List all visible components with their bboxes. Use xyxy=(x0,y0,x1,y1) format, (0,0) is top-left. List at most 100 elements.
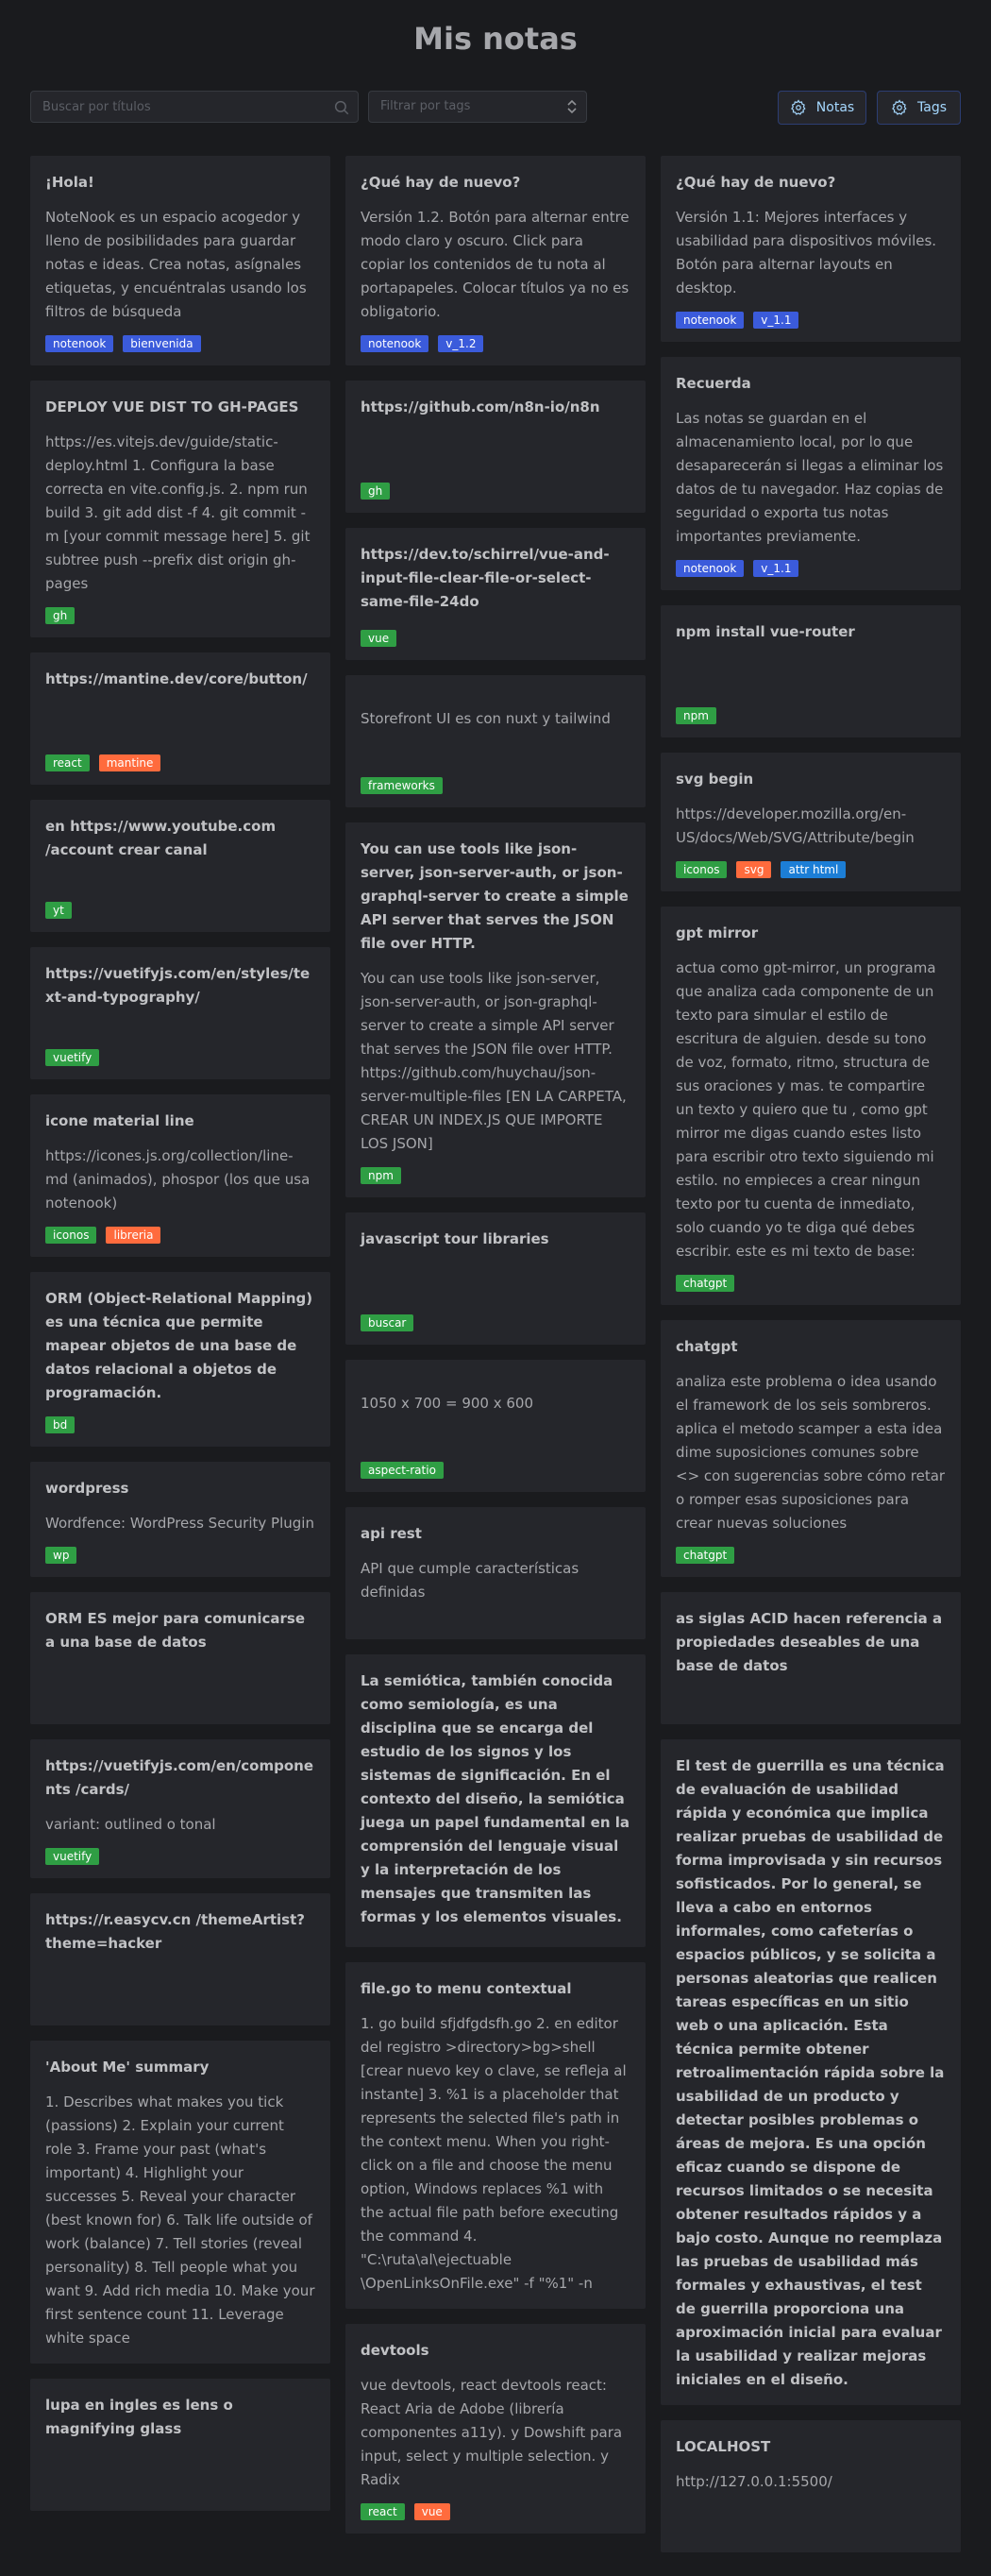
note-tags: chatgpt xyxy=(676,1275,946,1292)
note-title: https://github.com/n8n-io/n8n xyxy=(361,398,600,415)
tag-badge[interactable]: buscar xyxy=(361,1314,414,1331)
tag-badge[interactable]: yt xyxy=(45,902,72,919)
tag-badge[interactable]: v_1.1 xyxy=(753,312,799,329)
note-tags: notenook v_1.1 xyxy=(676,560,946,577)
note-card[interactable]: https://github.com/n8n-io/n8n gh xyxy=(345,381,646,513)
tag-badge[interactable]: iconos xyxy=(676,861,728,878)
note-card[interactable]: ORM (Object-Relational Mapping) es una t… xyxy=(30,1272,330,1447)
note-card[interactable]: wordpress Wordfence: WordPress Security P… xyxy=(30,1462,330,1577)
note-card[interactable]: LOCALHOST http://127.0.0.1:5500/ xyxy=(661,2420,961,2552)
tag-badge[interactable]: chatgpt xyxy=(676,1275,735,1292)
tag-badge[interactable]: vuetify xyxy=(45,1049,100,1066)
note-title: file.go to menu contextual xyxy=(361,1980,572,1997)
note-card[interactable]: npm install vue-router npm xyxy=(661,605,961,737)
tag-badge[interactable]: notenook xyxy=(676,312,745,329)
note-card[interactable]: ¿Qué hay de nuevo? Versión 1.1: Mejores i… xyxy=(661,156,961,342)
tag-badge[interactable]: mantine xyxy=(98,754,161,771)
tag-badge[interactable]: notenook xyxy=(361,335,429,352)
tag-badge[interactable]: iconos xyxy=(45,1227,97,1244)
tag-badge[interactable]: bd xyxy=(45,1416,76,1433)
note-card[interactable]: ORM ES mejor para comunicarse a una base… xyxy=(30,1592,330,1724)
note-card[interactable]: You can use tools like json-server, json… xyxy=(345,822,646,1197)
note-card[interactable]: ¿Qué hay de nuevo? Versión 1.2. Botón par… xyxy=(345,156,646,365)
tags-button-label: Tags xyxy=(917,100,947,115)
tag-badge[interactable]: wp xyxy=(45,1547,77,1564)
tag-badge[interactable]: v_1.2 xyxy=(438,335,484,352)
note-card[interactable]: ¡Hola! NoteNook es un espacio acogedor y … xyxy=(30,156,330,365)
note-card[interactable]: file.go to menu contextual 1. go build sf… xyxy=(345,1962,646,2309)
search-input[interactable] xyxy=(31,92,337,122)
note-body: https://es.vitejs.dev/guide/static-deplo… xyxy=(45,433,311,592)
notes-column: ¿Qué hay de nuevo? Versión 1.1: Mejores i… xyxy=(661,156,961,2552)
gear-icon xyxy=(790,99,806,115)
tag-badge[interactable]: react xyxy=(45,754,90,771)
note-card[interactable]: as siglas ACID hacen referencia a propie… xyxy=(661,1592,961,1724)
note-card[interactable]: en https://www.youtube.com /account crea… xyxy=(30,800,330,932)
tag-badge[interactable]: v_1.1 xyxy=(753,560,799,577)
tag-badge[interactable]: gh xyxy=(45,607,76,624)
note-card[interactable]: Storefront UI es con nuxt y tailwind fram… xyxy=(345,675,646,807)
note-card[interactable]: chatgpt analiza este problema o idea usan… xyxy=(661,1320,961,1577)
tags-button[interactable]: Tags xyxy=(877,91,961,125)
note-card[interactable]: devtools vue devtools, react devtools rea… xyxy=(345,2324,646,2534)
note-card[interactable]: https://r.easycv.cn /themeArtist?theme=h… xyxy=(30,1893,330,2025)
note-tags: iconos svg attr html xyxy=(676,861,946,878)
note-card[interactable]: https://mantine.dev/core/button/react man… xyxy=(30,652,330,785)
tag-badge[interactable]: npm xyxy=(361,1167,401,1184)
tag-badge[interactable]: aspect-ratio xyxy=(361,1462,444,1479)
search-icon[interactable] xyxy=(333,99,350,116)
tags-filter-placeholder: Filtrar por tags xyxy=(380,99,471,113)
tag-badge[interactable]: notenook xyxy=(45,335,114,352)
note-card[interactable]: Recuerda Las notas se guardan en el almac… xyxy=(661,357,961,590)
tag-badge[interactable]: vue xyxy=(361,630,397,647)
note-tags: aspect-ratio xyxy=(361,1462,630,1479)
page-title: Mis notas xyxy=(413,21,578,57)
note-title: Recuerda xyxy=(676,375,751,392)
note-card[interactable]: La semiótica, también conocida como semi… xyxy=(345,1654,646,1947)
tag-badge[interactable]: react xyxy=(361,2503,405,2520)
note-tags: wp xyxy=(45,1547,315,1564)
note-card[interactable]: 'About Me' summary 1. Describes what make… xyxy=(30,2041,330,2364)
note-body: vue devtools, react devtools react: Reac… xyxy=(361,2377,623,2488)
tag-badge[interactable]: gh xyxy=(361,483,391,500)
tag-badge[interactable]: notenook xyxy=(676,560,745,577)
tag-badge[interactable]: frameworks xyxy=(361,777,443,794)
note-title: ORM (Object-Relational Mapping) es una t… xyxy=(45,1290,313,1401)
tag-badge[interactable]: npm xyxy=(676,707,716,724)
note-body: actua como gpt-mirror, un programa que a… xyxy=(676,959,936,1260)
note-body: Versión 1.1: Mejores interfaces y usabil… xyxy=(676,209,937,297)
note-tags: vue xyxy=(361,630,630,647)
tag-badge[interactable]: chatgpt xyxy=(676,1547,735,1564)
note-card[interactable]: gpt mirror actua como gpt-mirror, un prog… xyxy=(661,907,961,1305)
note-card[interactable]: icone material line https://icones.js.org… xyxy=(30,1094,330,1257)
note-card[interactable]: javascript tour libraries buscar xyxy=(345,1212,646,1345)
tags-filter-select[interactable]: Filtrar por tags xyxy=(368,91,587,123)
tag-badge[interactable]: attr html xyxy=(781,861,847,878)
tag-badge[interactable]: bienvenida xyxy=(123,335,201,352)
note-card[interactable]: https://dev.to/schirrel/vue-and-input-fi… xyxy=(345,528,646,660)
note-body: Versión 1.2. Botón para alternar entre m… xyxy=(361,209,630,320)
tag-badge[interactable]: vue xyxy=(413,2503,450,2520)
note-title: ¿Qué hay de nuevo? xyxy=(676,174,836,191)
note-title: DEPLOY VUE DIST TO GH-PAGES xyxy=(45,398,299,415)
note-body: 1050 x 700 = 900 x 600 xyxy=(361,1395,533,1412)
tag-badge[interactable]: libreria xyxy=(106,1227,161,1244)
search-box[interactable] xyxy=(30,91,359,123)
note-tags: npm xyxy=(676,707,946,724)
notas-button[interactable]: Notas xyxy=(778,91,866,125)
note-tags: gh xyxy=(45,607,315,624)
note-card[interactable]: svg begin https://developer.mozilla.org/e… xyxy=(661,753,961,891)
note-title: https://r.easycv.cn /themeArtist?theme=h… xyxy=(45,1911,305,1952)
note-card[interactable]: 1050 x 700 = 900 x 600 aspect-ratio xyxy=(345,1360,646,1492)
note-card[interactable]: DEPLOY VUE DIST TO GH-PAGES https://es.vi… xyxy=(30,381,330,637)
note-body: https://developer.mozilla.org/en-US/docs… xyxy=(676,805,915,846)
note-title: devtools xyxy=(361,2342,429,2359)
tag-badge[interactable]: svg xyxy=(736,861,772,878)
note-card[interactable]: api rest API que cumple características d… xyxy=(345,1507,646,1639)
note-card[interactable]: https://vuetifyjs.com/en/components /car… xyxy=(30,1739,330,1878)
note-tags: chatgpt xyxy=(676,1547,946,1564)
note-card[interactable]: El test de guerrilla es una técnica de e… xyxy=(661,1739,961,2405)
note-card[interactable]: https://vuetifyjs.com/en/styles/text-and… xyxy=(30,947,330,1079)
note-card[interactable]: lupa en ingles es lens o magnifying glas… xyxy=(30,2379,330,2511)
tag-badge[interactable]: vuetify xyxy=(45,1848,100,1865)
